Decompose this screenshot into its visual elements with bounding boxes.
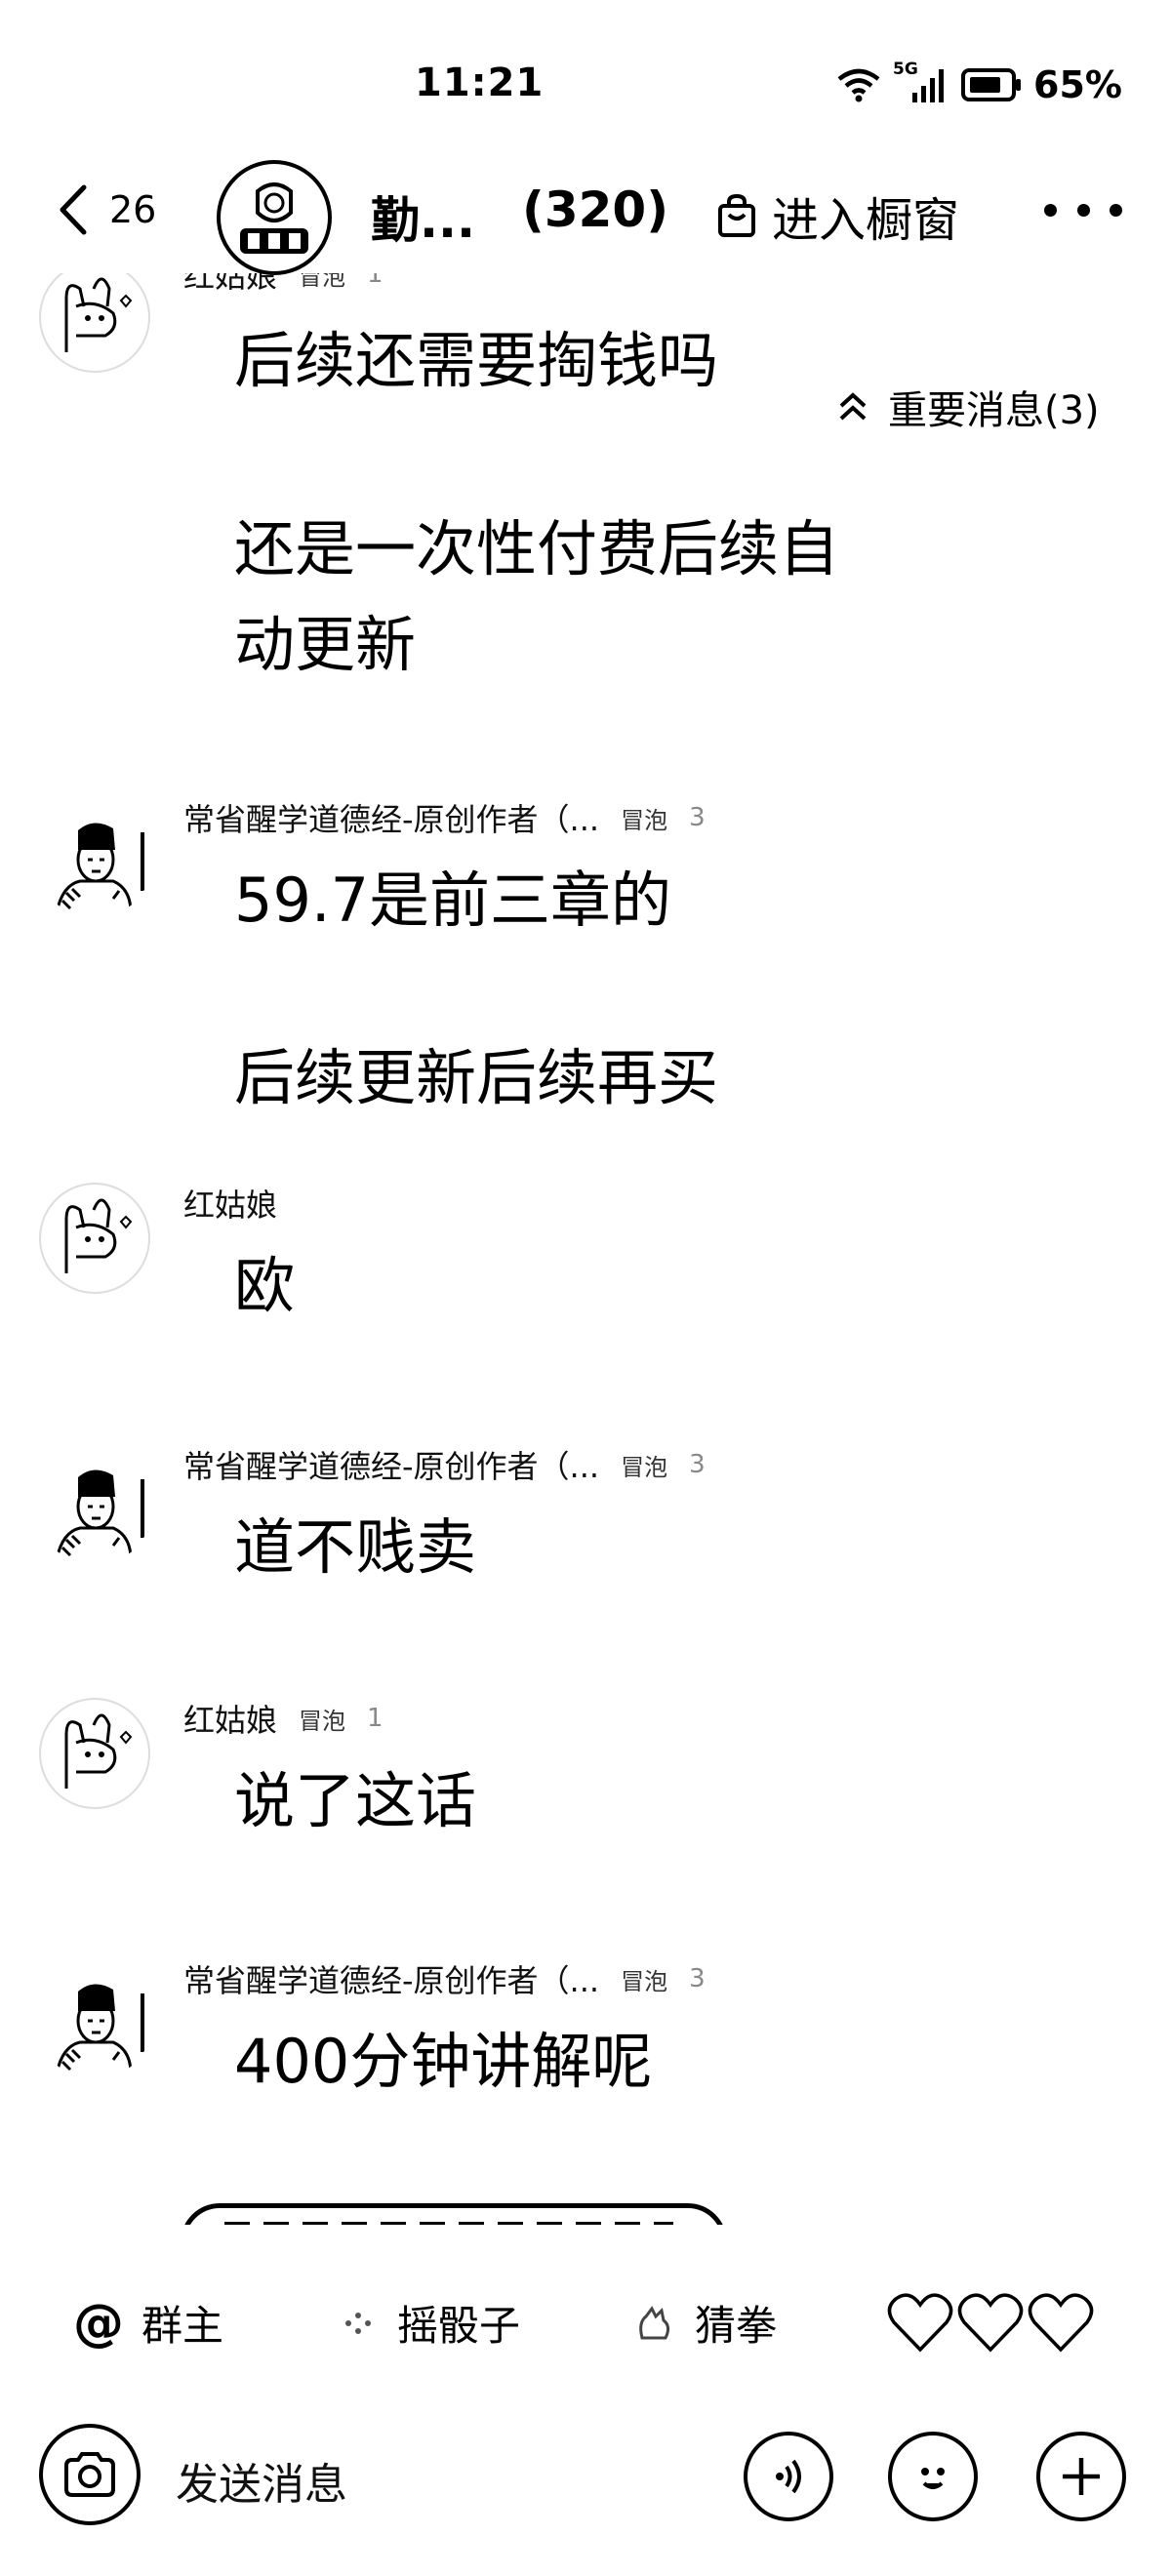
level-badge: 1 [367,1704,384,1733]
shared-card[interactable] [181,2203,727,2225]
status-bar: 11:21 5G 65% [0,0,1171,156]
chevron-left-icon [60,184,87,235]
shopping-bag-icon [718,193,755,237]
sender-name[interactable]: 红姑娘 [183,1181,277,1226]
level-badge: 3 [689,1964,706,1993]
message-text[interactable]: 道不贱卖 [234,1501,476,1594]
member-count: (320) [522,181,669,238]
camera-button[interactable] [39,2424,141,2525]
rabbit-avatar-icon [39,273,150,373]
sender-name[interactable]: 红姑娘 [183,1696,277,1741]
avatar[interactable] [37,1181,152,1296]
hand-icon [639,2305,670,2339]
shop-label: 进入橱窗 [772,193,960,248]
avatar[interactable] [37,803,152,918]
important-messages-button[interactable]: 重要消息(3) [837,379,1100,435]
avatar[interactable] [37,1696,152,1811]
battery-percent: 65% [1033,63,1122,106]
heart-icon [957,2293,1024,2353]
voice-icon [776,2459,801,2494]
sender-row: 红姑娘 [183,1181,277,1226]
unread-count: 26 [109,188,157,231]
heart-icon [1028,2293,1094,2353]
message-text[interactable]: 还是一次性付费后续自 [234,503,839,596]
message-text[interactable]: 动更新 [234,598,416,692]
level-badge: 3 [689,803,706,832]
emoji-button[interactable] [888,2432,978,2521]
status-time: 11:21 [415,60,545,105]
bubble-tag: 冒泡 [621,806,668,834]
chat-header: 26 勤... (320) 进入橱窗 [0,146,1171,275]
sender-name[interactable]: 常省醒学道德经-原创作者（... [183,795,599,840]
double-chevron-up-icon [839,392,867,421]
bubble-tag: 冒泡 [299,1707,346,1735]
more-dots-icon[interactable] [1044,185,1122,234]
bubble-tag: 冒泡 [299,273,346,291]
shop-button[interactable]: 进入橱窗 [717,181,959,250]
message-text[interactable]: 400分钟讲解呢 [234,2015,652,2109]
dice-icon [345,2312,371,2334]
mention-owner-button[interactable]: @ 群主 [73,2293,223,2353]
sender-name[interactable]: 常省醒学道德经-原创作者（... [183,1442,599,1487]
hearts-button[interactable] [886,2291,1095,2354]
plus-icon [1063,2458,1100,2495]
avatar[interactable] [37,1450,152,1565]
rabbit-avatar-icon [39,1698,150,1809]
signal-icon: 5G [893,60,949,104]
dice-label: 摇骰子 [397,2302,521,2350]
camera-icon [64,2452,115,2497]
message-text[interactable]: 欧 [234,1239,295,1333]
emoji-icon [921,2468,945,2489]
sender-row: 红姑娘 冒泡 1 [183,1696,384,1741]
rabbit-avatar-icon [39,1183,150,1294]
quick-actions: @ 群主 摇骰子 猜拳 [0,2274,1171,2371]
group-title[interactable]: 勤... [371,181,475,252]
bubble-tag: 冒泡 [621,1967,668,1995]
chat-list[interactable]: 重要消息(3) 红姑娘 冒泡 1 后续还需要掏钱吗 还是一次性付费后续自 动更新 [0,273,1171,2225]
message-input[interactable]: 发送消息 [176,2449,347,2512]
man-avatar-icon [37,1964,152,2079]
level-badge: 3 [689,1450,706,1479]
sender-name[interactable]: 常省醒学道德经-原创作者（... [183,1956,599,2001]
bubble-tag: 冒泡 [621,1453,668,1481]
sender-name[interactable]: 红姑娘 [183,273,277,297]
sender-row: 常省醒学道德经-原创作者（... 冒泡 3 [183,1956,706,2001]
avatar[interactable] [37,273,152,375]
important-label: 重要消息(3) [888,388,1100,433]
level-badge: 1 [367,273,384,289]
sender-row: 红姑娘 冒泡 1 [183,273,384,297]
plus-button[interactable] [1036,2432,1126,2521]
sender-row: 常省醒学道德经-原创作者（... 冒泡 3 [183,795,706,840]
group-avatar[interactable] [217,160,332,275]
rps-button[interactable]: 猜拳 [632,2293,777,2353]
man-avatar-icon [37,1450,152,1565]
message-text[interactable]: 后续更新后续再买 [234,1031,718,1125]
sender-row: 常省醒学道德经-原创作者（... 冒泡 3 [183,1442,706,1487]
message-text[interactable]: 后续还需要掏钱吗 [234,314,718,408]
status-icons: 5G 65% [836,60,1122,109]
message-text[interactable]: 说了这话 [234,1754,476,1848]
mention-label: 群主 [141,2302,224,2350]
wifi-icon [837,68,880,102]
heart-icon [887,2293,953,2353]
back-button[interactable]: 26 [57,183,156,236]
group-logo-icon [225,169,323,266]
input-bar: 发送消息 [0,2410,1171,2537]
rps-label: 猜拳 [695,2302,778,2350]
battery-icon [961,68,1022,101]
man-avatar-icon [37,803,152,918]
voice-button[interactable] [744,2432,833,2521]
at-icon: @ [73,2293,124,2353]
message-text[interactable]: 59.7是前三章的 [234,854,671,947]
avatar[interactable] [37,1964,152,2079]
dice-button[interactable]: 摇骰子 [337,2293,520,2353]
